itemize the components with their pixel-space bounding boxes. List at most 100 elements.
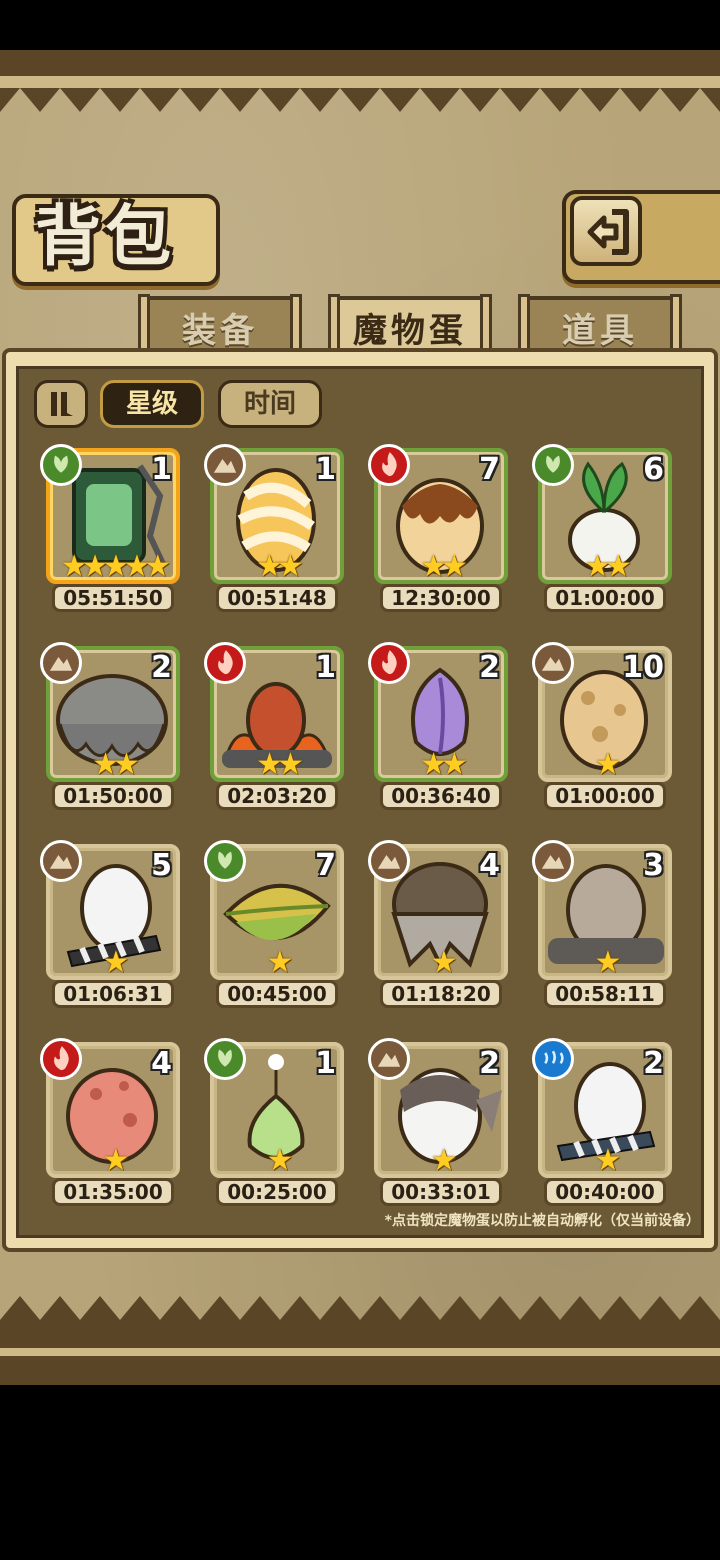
egg-card[interactable]: 4 ★ 01:18:20 <box>368 840 508 1009</box>
egg-count: 10 <box>622 650 664 685</box>
earth-element-icon <box>368 840 410 882</box>
star-icon: ★ <box>430 1143 458 1178</box>
egg-count: 2 <box>151 650 172 685</box>
egg-card[interactable]: 1 ★★ 02:03:20 <box>204 642 344 811</box>
star-icon: ★ <box>420 747 447 782</box>
egg-count: 2 <box>479 1046 500 1081</box>
egg-card[interactable]: 2 ★★ 00:36:40 <box>368 642 508 811</box>
egg-card[interactable]: 5 ★ 01:06:31 <box>40 840 180 1009</box>
star-icon: ★ <box>430 945 458 980</box>
egg-card[interactable]: 2 ★ 00:40:00 <box>532 1038 672 1207</box>
hatch-timer: 00:36:40 <box>380 782 502 810</box>
star-icon: ★ <box>92 747 119 782</box>
hatch-timer: 01:50:00 <box>52 782 174 810</box>
star-icon: ★ <box>113 747 140 782</box>
star-icon: ★ <box>60 549 88 584</box>
hatch-timer: 02:03:20 <box>216 782 338 810</box>
star-icon: ★ <box>277 549 304 584</box>
egg-count: 7 <box>479 452 500 487</box>
star-icon: ★ <box>256 747 283 782</box>
star-rating: ★★ <box>538 552 672 582</box>
star-icon: ★ <box>594 747 622 782</box>
egg-card[interactable]: 6 ★★ 01:00:00 <box>532 444 672 613</box>
egg-count: 5 <box>151 848 172 883</box>
tab-label: 装备 <box>182 311 258 351</box>
star-rating: ★ <box>538 948 672 978</box>
hatch-timer: 00:40:00 <box>544 1178 666 1206</box>
back-button[interactable] <box>570 196 642 266</box>
star-icon: ★ <box>605 549 632 584</box>
egg-count: 1 <box>315 1046 336 1081</box>
star-rating: ★ <box>538 1146 672 1176</box>
grass-element-icon <box>204 840 246 882</box>
fire-element-icon <box>40 1038 82 1080</box>
star-icon: ★ <box>594 1143 622 1178</box>
star-icon: ★ <box>123 549 150 584</box>
hatch-timer: 00:45:00 <box>216 980 338 1008</box>
star-icon: ★ <box>256 549 283 584</box>
earth-element-icon <box>40 642 82 684</box>
egg-card[interactable]: 3 ★ 00:58:11 <box>532 840 672 1009</box>
star-icon: ★ <box>102 945 130 980</box>
star-icon: ★ <box>594 945 622 980</box>
egg-card[interactable]: 2 ★★ 01:50:00 <box>40 642 180 811</box>
egg-count: 2 <box>643 1046 664 1081</box>
grass-element-icon <box>532 444 574 486</box>
earth-element-icon <box>204 444 246 486</box>
egg-card[interactable]: 1 ★★★★★ 05:51:50 <box>40 444 180 613</box>
egg-count: 1 <box>151 452 172 487</box>
hatch-timer: 01:00:00 <box>544 782 666 810</box>
page-title: 背包 <box>35 197 175 275</box>
auto-hatch-footnote: *点击锁定魔物蛋以防止被自动孵化（仅当前设备） <box>384 1213 700 1229</box>
star-rating: ★★ <box>374 552 508 582</box>
star-rating: ★★ <box>374 750 508 780</box>
fire-element-icon <box>204 642 246 684</box>
egg-count: 4 <box>151 1046 172 1081</box>
hatch-timer: 12:30:00 <box>380 584 502 612</box>
egg-card[interactable]: 7 ★ 00:45:00 <box>204 840 344 1009</box>
grass-element-icon <box>204 1038 246 1080</box>
hatch-timer: 00:58:11 <box>544 980 666 1008</box>
star-icon: ★ <box>144 549 171 584</box>
tab-label: 道具 <box>562 311 638 351</box>
star-icon: ★ <box>266 1143 294 1178</box>
star-icon: ★ <box>102 549 130 584</box>
egg-count: 3 <box>643 848 664 883</box>
star-icon: ★ <box>441 747 468 782</box>
earth-element-icon <box>532 642 574 684</box>
sort-by-star-button[interactable]: 星级 <box>100 380 204 428</box>
tab-label: 魔物蛋 <box>353 311 467 351</box>
hatch-timer: 00:51:48 <box>216 584 338 612</box>
grass-element-icon <box>40 444 82 486</box>
egg-count: 1 <box>315 452 336 487</box>
egg-card[interactable]: 10 ★ 01:00:00 <box>532 642 672 811</box>
star-rating: ★ <box>374 1146 508 1176</box>
zigzag-border-top <box>0 50 720 112</box>
egg-card[interactable]: 7 ★★ 12:30:00 <box>368 444 508 613</box>
star-icon: ★ <box>277 747 304 782</box>
star-icon: ★ <box>81 549 109 584</box>
egg-card[interactable]: 1 ★★ 00:51:48 <box>204 444 344 613</box>
egg-card[interactable]: 2 ★ 00:33:01 <box>368 1038 508 1207</box>
star-rating: ★ <box>210 948 344 978</box>
earth-element-icon <box>532 840 574 882</box>
star-icon: ★ <box>441 549 468 584</box>
egg-count: 4 <box>479 848 500 883</box>
hatch-timer: 00:33:01 <box>380 1178 502 1206</box>
egg-card[interactable]: 4 ★ 01:35:00 <box>40 1038 180 1207</box>
star-icon: ★ <box>266 945 294 980</box>
star-rating: ★ <box>374 948 508 978</box>
egg-count: 2 <box>479 650 500 685</box>
sort-toggle-button[interactable] <box>34 380 88 428</box>
star-rating: ★★ <box>210 750 344 780</box>
earth-element-icon <box>40 840 82 882</box>
star-rating: ★★★★★ <box>46 552 180 582</box>
star-rating: ★ <box>210 1146 344 1176</box>
hatch-timer: 01:06:31 <box>52 980 174 1008</box>
egg-card[interactable]: 1 ★ 00:25:00 <box>204 1038 344 1207</box>
water-element-icon <box>532 1038 574 1080</box>
back-arrow-icon <box>587 209 629 255</box>
egg-count: 7 <box>315 848 336 883</box>
hatch-timer: 01:35:00 <box>52 1178 174 1206</box>
sort-by-time-button[interactable]: 时间 <box>218 380 322 428</box>
